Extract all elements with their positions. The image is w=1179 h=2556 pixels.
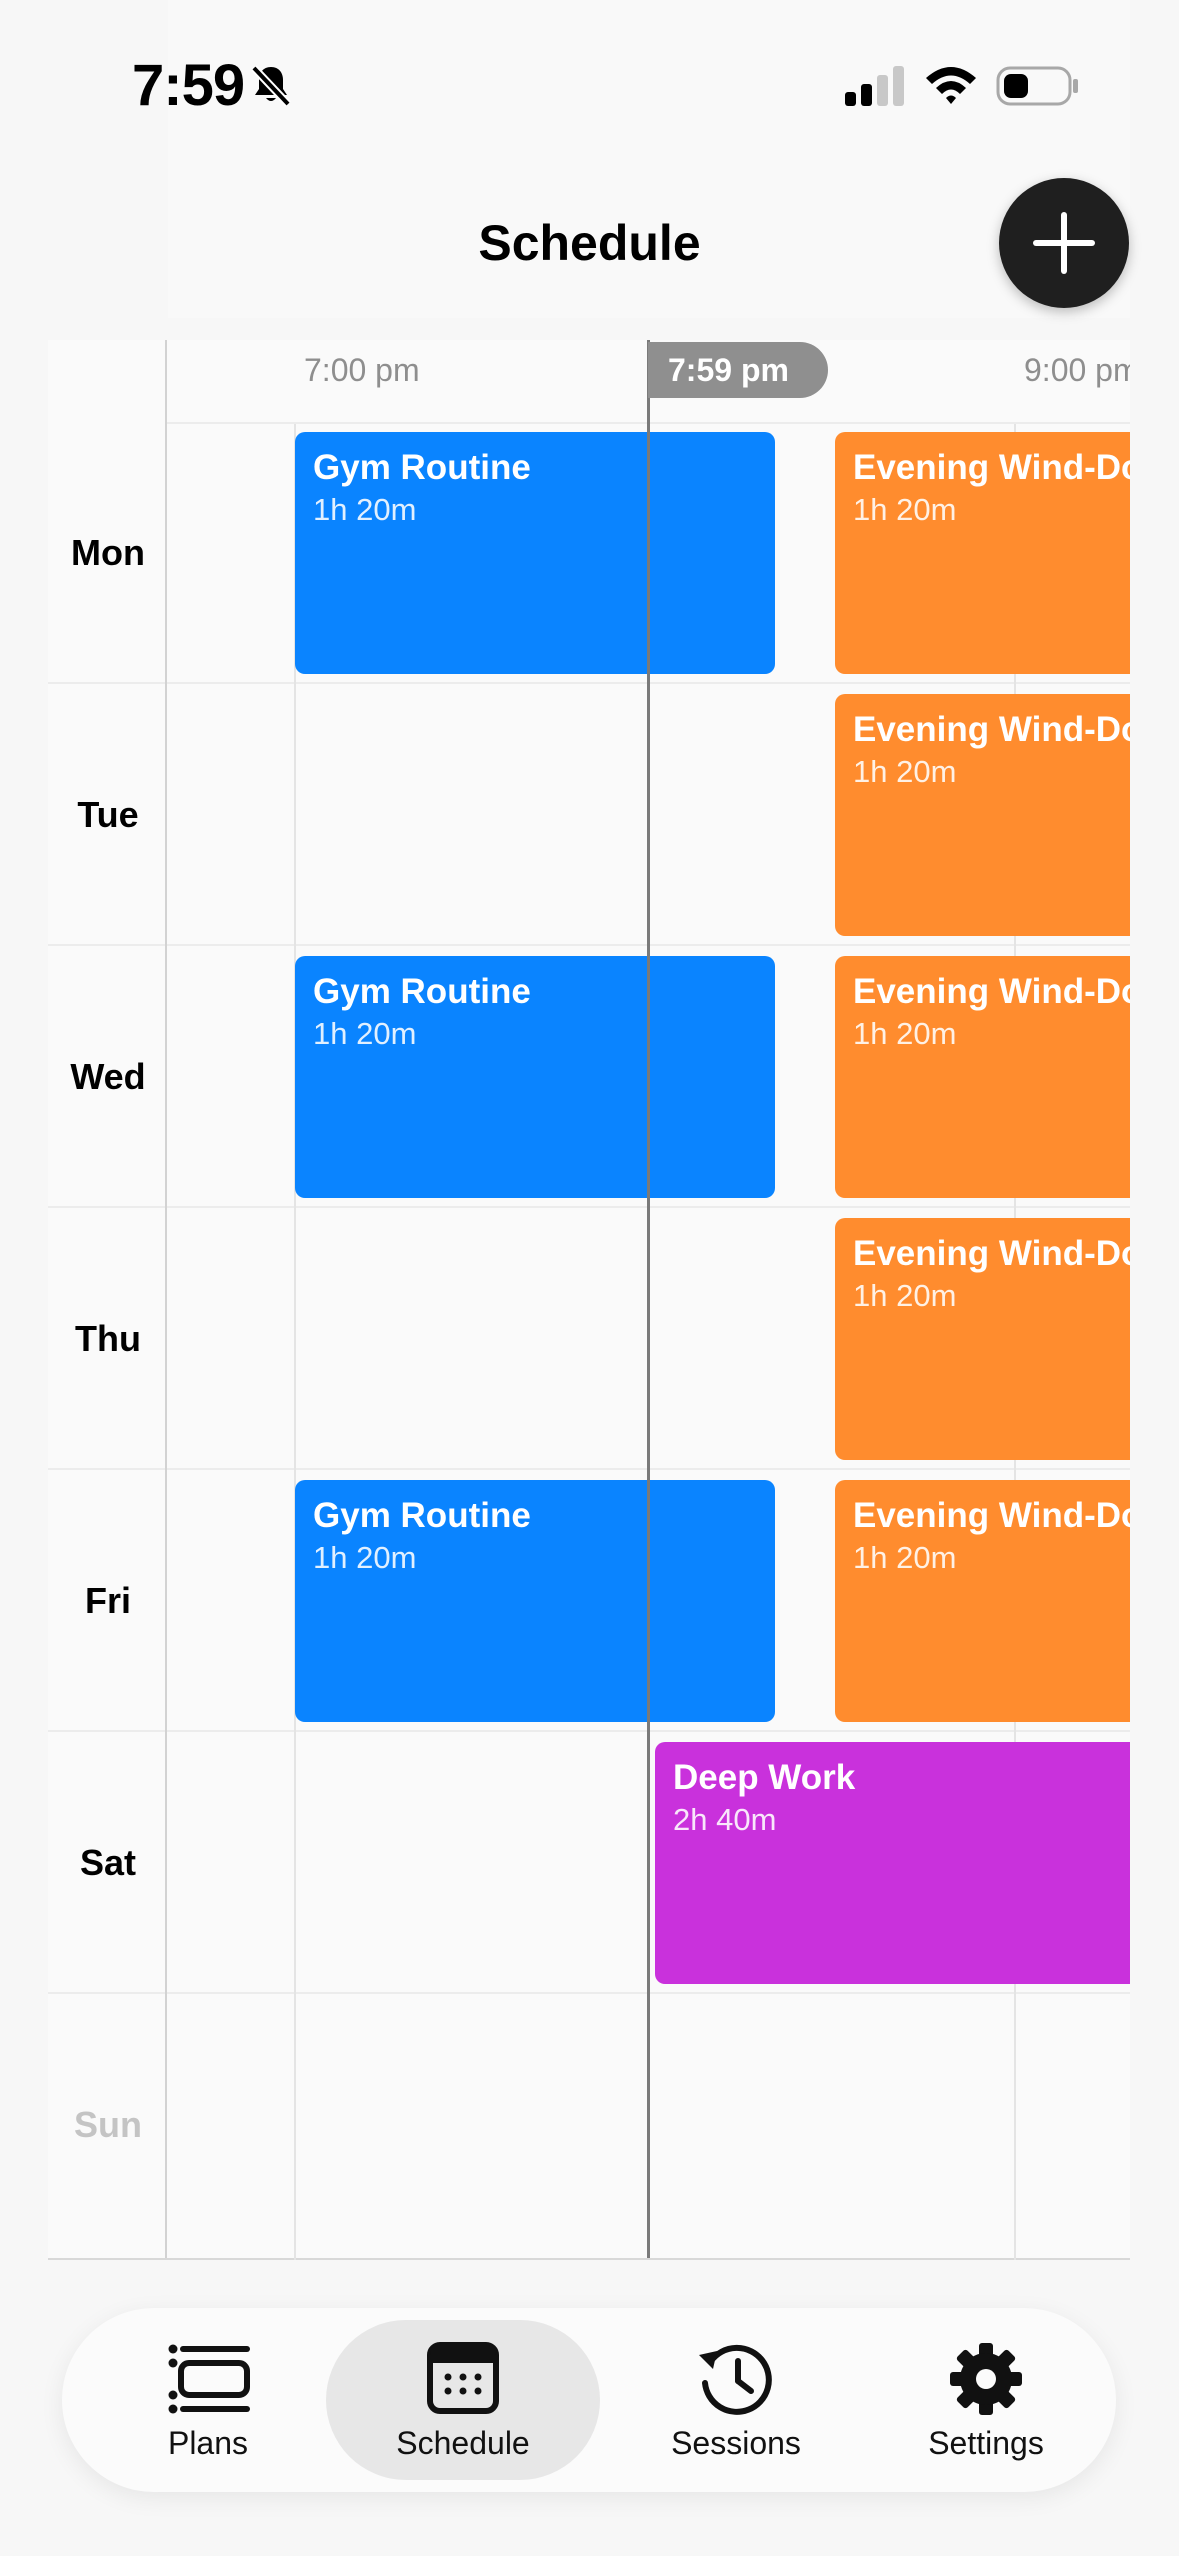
event-block[interactable]: Evening Wind-Down 1h 20m: [835, 694, 1130, 936]
tab-label: Schedule: [396, 2424, 530, 2461]
tab-label: Sessions: [671, 2424, 801, 2461]
status-bar: 7:59: [0, 0, 1179, 160]
event-duration: 1h 20m: [853, 1016, 957, 1051]
bell-slash-icon: [251, 65, 291, 107]
tab-label: Plans: [167, 2424, 249, 2461]
event-block[interactable]: Gym Routine 1h 20m: [295, 956, 775, 1198]
tab-sessions[interactable]: Sessions: [630, 2320, 842, 2480]
tab-settings[interactable]: Settings: [880, 2320, 1092, 2480]
day-row-divider: [48, 1730, 1130, 1732]
event-title: Gym Routine: [313, 448, 531, 487]
grid-bottom-border: [48, 2258, 1130, 2260]
schedule-grid-viewport: 7:00 pm 9:00 pm Mon Tue Wed Thu Fri Sat …: [48, 340, 1130, 2260]
event-title: Gym Routine: [313, 972, 531, 1011]
event-block[interactable]: Evening Wind-Down 1h 20m: [835, 1218, 1130, 1460]
event-duration: 2h 40m: [673, 1802, 777, 1837]
event-block[interactable]: Evening Wind-Down 1h 20m: [835, 956, 1130, 1198]
day-label-tue: Tue: [77, 794, 139, 835]
gear-icon: [950, 2342, 1022, 2415]
event-block[interactable]: Evening Wind-Down 1h 20m: [835, 432, 1130, 674]
tab-bar: Plans Schedule Sessions Settings: [62, 2308, 1116, 2492]
day-label-mon: Mon: [71, 532, 145, 573]
day-axis-line: [165, 340, 167, 2258]
day-label-thu: Thu: [75, 1318, 141, 1359]
day-label-sun: Sun: [74, 2104, 142, 2145]
plans-list-icon: [168, 2344, 250, 2413]
plus-icon: [1033, 212, 1095, 274]
tab-label: Settings: [928, 2424, 1044, 2461]
app-root: 7:59 Schedule 7:00 pm 9:00 pm Mon Tue We…: [0, 0, 1179, 2556]
battery-icon: [996, 66, 1078, 106]
event-title: Gym Routine: [313, 1496, 531, 1535]
current-time-line: [647, 340, 650, 2258]
day-row-divider: [48, 1468, 1130, 1470]
day-label-wed: Wed: [70, 1056, 146, 1097]
time-label-9pm: 9:00 pm: [1024, 352, 1130, 388]
event-title: Evening Wind-Down: [853, 1234, 1130, 1273]
event-duration: 1h 20m: [853, 754, 957, 789]
day-row-divider: [48, 1206, 1130, 1208]
event-duration: 1h 20m: [853, 1540, 957, 1575]
event-title: Deep Work: [673, 1758, 856, 1797]
tab-plans[interactable]: Plans: [102, 2320, 314, 2480]
day-row-divider: [48, 1992, 1130, 1994]
event-duration: 1h 20m: [313, 492, 417, 527]
calendar-icon: [427, 2341, 499, 2414]
status-time: 7:59: [132, 53, 245, 118]
schedule-grid[interactable]: 7:00 pm 9:00 pm Mon Tue Wed Thu Fri Sat …: [48, 340, 1130, 2260]
event-block[interactable]: Gym Routine 1h 20m: [295, 1480, 775, 1722]
day-row-divider: [48, 944, 1130, 946]
event-block[interactable]: Gym Routine 1h 20m: [295, 432, 775, 674]
event-title: Evening Wind-Down: [853, 1496, 1130, 1535]
event-title: Evening Wind-Down: [853, 972, 1130, 1011]
time-label-7pm: 7:00 pm: [304, 352, 420, 388]
event-title: Evening Wind-Down: [853, 710, 1130, 749]
wifi-icon: [926, 67, 976, 104]
tab-schedule[interactable]: Schedule: [326, 2320, 600, 2480]
event-duration: 1h 20m: [313, 1540, 417, 1575]
event-block[interactable]: Evening Wind-Down 1h 20m: [835, 1480, 1130, 1722]
event-duration: 1h 20m: [853, 492, 957, 527]
event-duration: 1h 20m: [313, 1016, 417, 1051]
day-label-sat: Sat: [79, 1842, 137, 1883]
current-time-badge: 7:59 pm: [648, 342, 828, 398]
day-row-divider: [48, 682, 1130, 684]
history-clock-icon: [699, 2344, 772, 2415]
cellular-signal-icon: [845, 66, 904, 106]
event-title: Evening Wind-Down: [853, 448, 1130, 487]
day-label-fri: Fri: [84, 1580, 131, 1621]
add-event-button[interactable]: [999, 178, 1129, 308]
hour-gridline-7pm: [294, 424, 296, 2260]
event-block[interactable]: Deep Work 2h 40m: [655, 1742, 1130, 1984]
event-duration: 1h 20m: [853, 1278, 957, 1313]
